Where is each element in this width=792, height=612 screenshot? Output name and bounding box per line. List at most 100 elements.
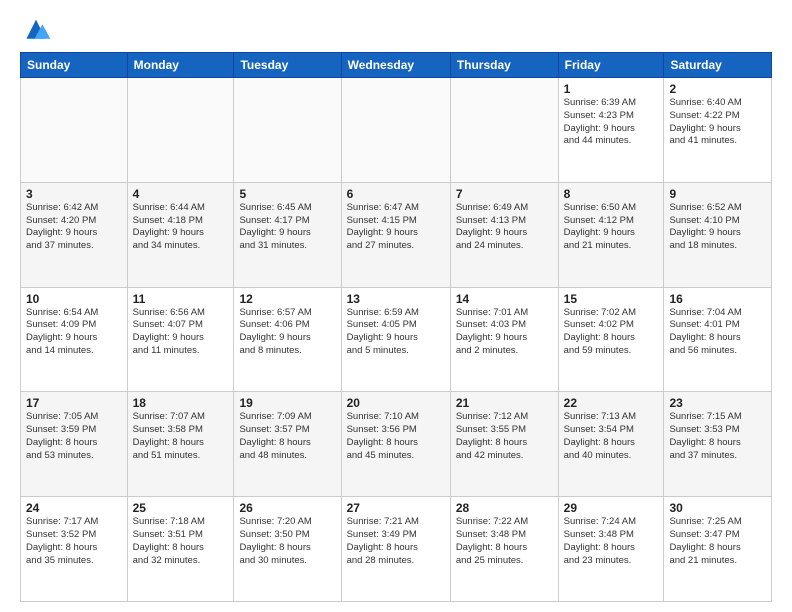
header-saturday: Saturday xyxy=(664,53,772,78)
calendar-table: SundayMondayTuesdayWednesdayThursdayFrid… xyxy=(20,52,772,602)
day-info: Sunrise: 7:05 AM Sunset: 3:59 PM Dayligh… xyxy=(26,411,122,462)
day-number: 27 xyxy=(347,501,445,515)
day-cell: 9Sunrise: 6:52 AM Sunset: 4:10 PM Daylig… xyxy=(664,182,772,287)
week-row-2: 3Sunrise: 6:42 AM Sunset: 4:20 PM Daylig… xyxy=(21,182,772,287)
day-number: 14 xyxy=(456,292,553,306)
day-info: Sunrise: 6:49 AM Sunset: 4:13 PM Dayligh… xyxy=(456,202,553,253)
day-cell: 6Sunrise: 6:47 AM Sunset: 4:15 PM Daylig… xyxy=(341,182,450,287)
day-info: Sunrise: 6:42 AM Sunset: 4:20 PM Dayligh… xyxy=(26,202,122,253)
day-cell: 15Sunrise: 7:02 AM Sunset: 4:02 PM Dayli… xyxy=(558,287,664,392)
day-number: 30 xyxy=(669,501,766,515)
day-number: 11 xyxy=(133,292,229,306)
day-info: Sunrise: 7:20 AM Sunset: 3:50 PM Dayligh… xyxy=(239,516,335,567)
day-cell xyxy=(234,78,341,183)
day-number: 21 xyxy=(456,396,553,410)
day-cell xyxy=(127,78,234,183)
day-cell: 10Sunrise: 6:54 AM Sunset: 4:09 PM Dayli… xyxy=(21,287,128,392)
day-cell: 17Sunrise: 7:05 AM Sunset: 3:59 PM Dayli… xyxy=(21,392,128,497)
logo-icon xyxy=(20,16,52,44)
day-cell: 29Sunrise: 7:24 AM Sunset: 3:48 PM Dayli… xyxy=(558,497,664,602)
day-info: Sunrise: 7:07 AM Sunset: 3:58 PM Dayligh… xyxy=(133,411,229,462)
week-row-5: 24Sunrise: 7:17 AM Sunset: 3:52 PM Dayli… xyxy=(21,497,772,602)
header-thursday: Thursday xyxy=(450,53,558,78)
calendar-header-row: SundayMondayTuesdayWednesdayThursdayFrid… xyxy=(21,53,772,78)
day-cell: 28Sunrise: 7:22 AM Sunset: 3:48 PM Dayli… xyxy=(450,497,558,602)
day-cell: 22Sunrise: 7:13 AM Sunset: 3:54 PM Dayli… xyxy=(558,392,664,497)
day-number: 4 xyxy=(133,187,229,201)
day-info: Sunrise: 7:13 AM Sunset: 3:54 PM Dayligh… xyxy=(564,411,659,462)
day-info: Sunrise: 7:10 AM Sunset: 3:56 PM Dayligh… xyxy=(347,411,445,462)
day-cell: 3Sunrise: 6:42 AM Sunset: 4:20 PM Daylig… xyxy=(21,182,128,287)
day-info: Sunrise: 6:57 AM Sunset: 4:06 PM Dayligh… xyxy=(239,307,335,358)
day-info: Sunrise: 6:47 AM Sunset: 4:15 PM Dayligh… xyxy=(347,202,445,253)
day-cell: 30Sunrise: 7:25 AM Sunset: 3:47 PM Dayli… xyxy=(664,497,772,602)
week-row-1: 1Sunrise: 6:39 AM Sunset: 4:23 PM Daylig… xyxy=(21,78,772,183)
day-number: 10 xyxy=(26,292,122,306)
day-info: Sunrise: 7:01 AM Sunset: 4:03 PM Dayligh… xyxy=(456,307,553,358)
day-number: 28 xyxy=(456,501,553,515)
day-number: 7 xyxy=(456,187,553,201)
day-cell: 2Sunrise: 6:40 AM Sunset: 4:22 PM Daylig… xyxy=(664,78,772,183)
day-number: 20 xyxy=(347,396,445,410)
day-info: Sunrise: 7:25 AM Sunset: 3:47 PM Dayligh… xyxy=(669,516,766,567)
day-info: Sunrise: 7:18 AM Sunset: 3:51 PM Dayligh… xyxy=(133,516,229,567)
day-cell: 4Sunrise: 6:44 AM Sunset: 4:18 PM Daylig… xyxy=(127,182,234,287)
header-wednesday: Wednesday xyxy=(341,53,450,78)
header-friday: Friday xyxy=(558,53,664,78)
day-cell: 25Sunrise: 7:18 AM Sunset: 3:51 PM Dayli… xyxy=(127,497,234,602)
header-tuesday: Tuesday xyxy=(234,53,341,78)
day-number: 2 xyxy=(669,82,766,96)
day-info: Sunrise: 6:44 AM Sunset: 4:18 PM Dayligh… xyxy=(133,202,229,253)
day-info: Sunrise: 7:15 AM Sunset: 3:53 PM Dayligh… xyxy=(669,411,766,462)
day-cell: 20Sunrise: 7:10 AM Sunset: 3:56 PM Dayli… xyxy=(341,392,450,497)
day-cell: 14Sunrise: 7:01 AM Sunset: 4:03 PM Dayli… xyxy=(450,287,558,392)
day-cell: 18Sunrise: 7:07 AM Sunset: 3:58 PM Dayli… xyxy=(127,392,234,497)
day-info: Sunrise: 6:52 AM Sunset: 4:10 PM Dayligh… xyxy=(669,202,766,253)
day-number: 18 xyxy=(133,396,229,410)
header xyxy=(20,16,772,44)
day-cell: 8Sunrise: 6:50 AM Sunset: 4:12 PM Daylig… xyxy=(558,182,664,287)
day-info: Sunrise: 7:21 AM Sunset: 3:49 PM Dayligh… xyxy=(347,516,445,567)
day-number: 16 xyxy=(669,292,766,306)
day-cell: 5Sunrise: 6:45 AM Sunset: 4:17 PM Daylig… xyxy=(234,182,341,287)
day-cell xyxy=(450,78,558,183)
header-sunday: Sunday xyxy=(21,53,128,78)
day-number: 26 xyxy=(239,501,335,515)
day-number: 8 xyxy=(564,187,659,201)
week-row-3: 10Sunrise: 6:54 AM Sunset: 4:09 PM Dayli… xyxy=(21,287,772,392)
day-number: 22 xyxy=(564,396,659,410)
day-cell: 23Sunrise: 7:15 AM Sunset: 3:53 PM Dayli… xyxy=(664,392,772,497)
day-number: 19 xyxy=(239,396,335,410)
day-info: Sunrise: 7:22 AM Sunset: 3:48 PM Dayligh… xyxy=(456,516,553,567)
day-info: Sunrise: 7:02 AM Sunset: 4:02 PM Dayligh… xyxy=(564,307,659,358)
day-number: 23 xyxy=(669,396,766,410)
day-number: 25 xyxy=(133,501,229,515)
week-row-4: 17Sunrise: 7:05 AM Sunset: 3:59 PM Dayli… xyxy=(21,392,772,497)
day-number: 24 xyxy=(26,501,122,515)
day-info: Sunrise: 6:39 AM Sunset: 4:23 PM Dayligh… xyxy=(564,97,659,148)
day-info: Sunrise: 7:12 AM Sunset: 3:55 PM Dayligh… xyxy=(456,411,553,462)
day-number: 9 xyxy=(669,187,766,201)
header-monday: Monday xyxy=(127,53,234,78)
day-cell xyxy=(341,78,450,183)
page: SundayMondayTuesdayWednesdayThursdayFrid… xyxy=(0,0,792,612)
day-cell: 12Sunrise: 6:57 AM Sunset: 4:06 PM Dayli… xyxy=(234,287,341,392)
logo xyxy=(20,16,56,44)
day-info: Sunrise: 6:54 AM Sunset: 4:09 PM Dayligh… xyxy=(26,307,122,358)
day-number: 3 xyxy=(26,187,122,201)
day-number: 13 xyxy=(347,292,445,306)
day-cell: 21Sunrise: 7:12 AM Sunset: 3:55 PM Dayli… xyxy=(450,392,558,497)
day-number: 29 xyxy=(564,501,659,515)
day-number: 12 xyxy=(239,292,335,306)
day-cell xyxy=(21,78,128,183)
day-info: Sunrise: 6:40 AM Sunset: 4:22 PM Dayligh… xyxy=(669,97,766,148)
day-cell: 16Sunrise: 7:04 AM Sunset: 4:01 PM Dayli… xyxy=(664,287,772,392)
day-cell: 1Sunrise: 6:39 AM Sunset: 4:23 PM Daylig… xyxy=(558,78,664,183)
day-info: Sunrise: 7:09 AM Sunset: 3:57 PM Dayligh… xyxy=(239,411,335,462)
day-cell: 7Sunrise: 6:49 AM Sunset: 4:13 PM Daylig… xyxy=(450,182,558,287)
day-info: Sunrise: 6:50 AM Sunset: 4:12 PM Dayligh… xyxy=(564,202,659,253)
day-cell: 13Sunrise: 6:59 AM Sunset: 4:05 PM Dayli… xyxy=(341,287,450,392)
day-info: Sunrise: 7:17 AM Sunset: 3:52 PM Dayligh… xyxy=(26,516,122,567)
day-info: Sunrise: 7:24 AM Sunset: 3:48 PM Dayligh… xyxy=(564,516,659,567)
day-info: Sunrise: 6:56 AM Sunset: 4:07 PM Dayligh… xyxy=(133,307,229,358)
